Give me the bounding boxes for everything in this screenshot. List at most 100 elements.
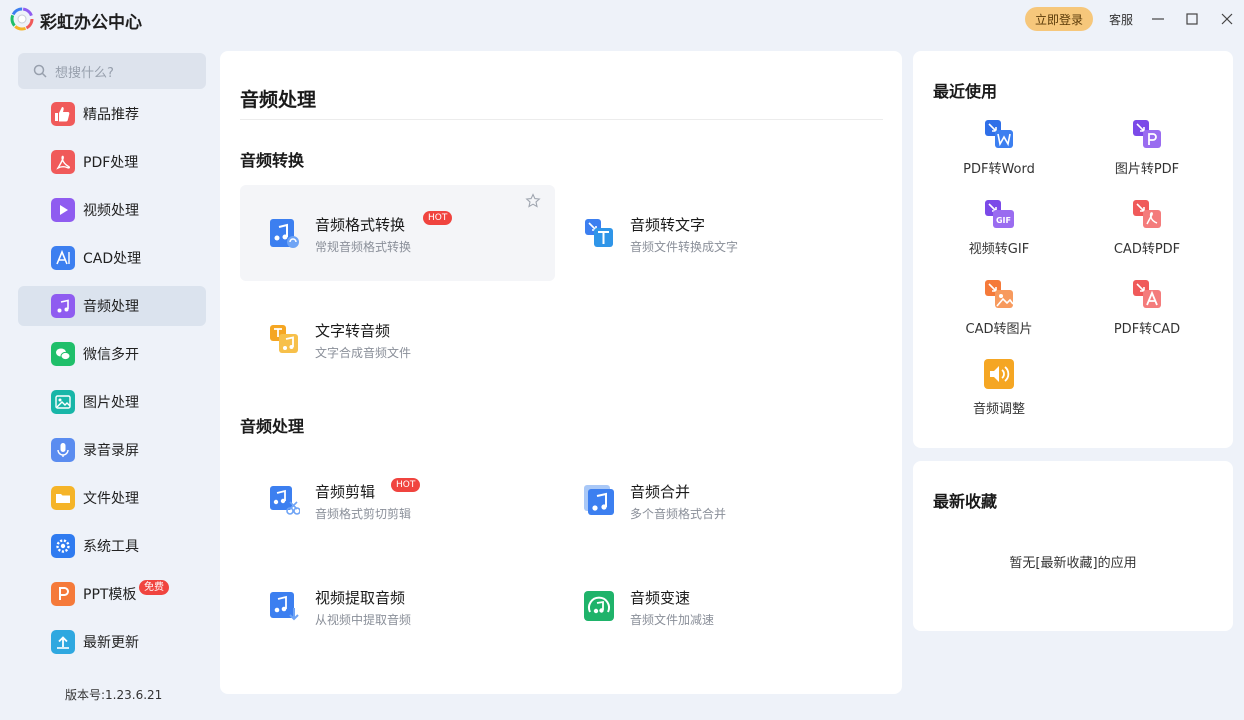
main-panel: 音频处理 音频转换 音频格式转换 HOT 常规音频格式转换 音频转文字 音频文件… bbox=[220, 51, 902, 694]
login-button[interactable]: 立即登录 bbox=[1025, 7, 1093, 31]
cad-to-pdf-icon bbox=[1133, 200, 1161, 228]
image-icon bbox=[51, 390, 75, 414]
tool-name: 音频格式转换 bbox=[315, 216, 406, 234]
audio-format-convert-icon bbox=[270, 219, 299, 248]
tool-card-audio-format-convert[interactable]: 音频格式转换 HOT 常规音频格式转换 bbox=[240, 185, 555, 281]
sidebar-item-pdf[interactable]: PDF处理 bbox=[18, 142, 206, 182]
sidebar-item-file[interactable]: 文件处理 bbox=[18, 478, 206, 518]
tool-card-audio-speed[interactable]: 音频变速 音频文件加减速 bbox=[555, 558, 870, 654]
tool-name: 视频提取音频 bbox=[315, 589, 406, 607]
audio-cut-icon bbox=[270, 486, 300, 515]
maximize-icon[interactable] bbox=[1182, 9, 1202, 29]
sidebar-item-record[interactable]: 录音录屏 bbox=[18, 430, 206, 470]
customer-service-link[interactable]: 客服 bbox=[1109, 11, 1133, 28]
favorites-panel: 最新收藏 暂无[最新收藏]的应用 bbox=[913, 461, 1233, 631]
folder-icon bbox=[51, 486, 75, 510]
sidebar-item-label: 视频处理 bbox=[83, 203, 139, 219]
tool-desc: 从视频中提取音频 bbox=[315, 613, 412, 627]
microphone-icon bbox=[51, 438, 75, 462]
search-placeholder: 想搜什么? bbox=[55, 65, 114, 81]
audio-adjust-icon bbox=[984, 359, 1014, 389]
tool-desc: 音频文件加减速 bbox=[630, 613, 715, 627]
tool-name: 音频变速 bbox=[630, 589, 691, 607]
divider bbox=[240, 119, 883, 120]
recent-title: 最近使用 bbox=[933, 82, 998, 101]
tool-desc: 文字合成音频文件 bbox=[315, 346, 412, 360]
tool-card-audio-cut[interactable]: 音频剪辑 HOT 音频格式剪切剪辑 bbox=[240, 452, 555, 548]
sidebar: 想搜什么? 精品推荐 PDF处理视频处理 CAD处理音频处理微信多开图片处理录音录屏… bbox=[0, 38, 220, 720]
tool-desc: 音频格式剪切剪辑 bbox=[315, 507, 412, 521]
sidebar-item-label: 最新更新 bbox=[83, 635, 139, 651]
sidebar-item-latest-update[interactable]: 最新更新 bbox=[18, 622, 206, 662]
section-title-audio-convert: 音频转换 bbox=[240, 151, 305, 170]
recent-label: 图片转PDF bbox=[1114, 162, 1180, 177]
hot-badge: HOT bbox=[423, 211, 453, 225]
cad-icon bbox=[51, 246, 75, 270]
video-to-gif-icon: GIF bbox=[985, 200, 1014, 228]
favorites-empty-text: 暂无[最新收藏]的应用 bbox=[1009, 556, 1137, 571]
sidebar-nav: 精品推荐 PDF处理视频处理 CAD处理音频处理微信多开图片处理录音录屏文件处理系统… bbox=[18, 94, 206, 670]
recent-item-pdf-to-cad[interactable]: PDF转CAD bbox=[1082, 278, 1212, 348]
search-input[interactable]: 想搜什么? bbox=[18, 53, 206, 89]
section-title-audio-process: 音频处理 bbox=[240, 417, 305, 436]
search-icon bbox=[33, 64, 47, 78]
recent-panel: 最近使用 PDF转Word 图片转PDF GIF 视频转GIF CAD转PDF … bbox=[913, 51, 1233, 448]
pdf-to-word-icon bbox=[985, 120, 1013, 148]
sidebar-item-video[interactable]: 视频处理 bbox=[18, 190, 206, 230]
rainbow-logo-icon bbox=[10, 7, 34, 31]
sidebar-item-recommended[interactable]: 精品推荐 bbox=[18, 94, 206, 134]
wechat-icon bbox=[51, 342, 75, 366]
image-to-pdf-icon bbox=[1133, 120, 1161, 148]
free-badge: 免费 bbox=[139, 580, 169, 595]
recent-item-audio-adjust[interactable]: 音频调整 bbox=[934, 358, 1064, 428]
text-to-audio-icon bbox=[270, 325, 298, 353]
sidebar-item-cad[interactable]: CAD处理 bbox=[18, 238, 206, 278]
cad-to-image-icon bbox=[985, 280, 1014, 308]
recent-label: PDF转CAD bbox=[1113, 322, 1181, 337]
tool-desc: 多个音频格式合并 bbox=[630, 507, 727, 521]
recent-item-cad-to-pdf[interactable]: CAD转PDF bbox=[1082, 198, 1212, 268]
sidebar-item-system-tools[interactable]: 系统工具 bbox=[18, 526, 206, 566]
sidebar-item-label: 系统工具 bbox=[83, 539, 139, 555]
sidebar-item-image[interactable]: 图片处理 bbox=[18, 382, 206, 422]
recent-item-cad-to-image[interactable]: CAD转图片 bbox=[934, 278, 1064, 348]
sidebar-item-ppt-template[interactable]: PPT模板 免费 bbox=[18, 574, 206, 614]
sidebar-item-label: 文件处理 bbox=[83, 491, 139, 507]
tool-card-audio-to-text[interactable]: 音频转文字 音频文件转换成文字 bbox=[555, 185, 870, 281]
pdf-icon bbox=[51, 150, 75, 174]
close-icon[interactable] bbox=[1217, 9, 1237, 29]
pdf-to-cad-icon bbox=[1133, 280, 1161, 308]
star-icon[interactable] bbox=[525, 193, 541, 209]
gear-icon bbox=[51, 534, 75, 558]
recent-label: 视频转GIF bbox=[968, 242, 1030, 257]
recent-label: PDF转Word bbox=[963, 162, 1035, 177]
sidebar-item-label: CAD处理 bbox=[83, 251, 142, 267]
tool-name: 文字转音频 bbox=[315, 322, 391, 340]
recent-label: CAD转图片 bbox=[965, 322, 1033, 337]
thumbs-up-icon bbox=[51, 102, 75, 126]
recent-item-video-to-gif[interactable]: GIF 视频转GIF bbox=[934, 198, 1064, 268]
sidebar-item-label: 图片处理 bbox=[83, 395, 139, 411]
tool-name: 音频转文字 bbox=[630, 216, 706, 234]
sidebar-item-label: 音频处理 bbox=[83, 299, 139, 315]
sidebar-item-audio[interactable]: 音频处理 bbox=[18, 286, 206, 326]
audio-speed-icon bbox=[584, 591, 614, 621]
sidebar-item-label: 录音录屏 bbox=[83, 443, 139, 459]
hot-badge: HOT bbox=[391, 478, 421, 492]
tool-card-text-to-audio[interactable]: 文字转音频 文字合成音频文件 bbox=[240, 291, 555, 387]
recent-item-image-to-pdf[interactable]: 图片转PDF bbox=[1082, 118, 1212, 188]
tool-card-audio-merge[interactable]: 音频合并 多个音频格式合并 bbox=[555, 452, 870, 548]
recent-item-pdf-to-word[interactable]: PDF转Word bbox=[934, 118, 1064, 188]
audio-to-text-icon bbox=[585, 219, 613, 247]
app-title: 彩虹办公中心 bbox=[40, 13, 142, 33]
minimize-icon[interactable] bbox=[1148, 9, 1168, 29]
sidebar-item-label: PDF处理 bbox=[83, 155, 139, 171]
tool-card-video-extract-audio[interactable]: 视频提取音频 从视频中提取音频 bbox=[240, 558, 555, 654]
upload-icon bbox=[51, 630, 75, 654]
title-bar: 彩虹办公中心 立即登录 客服 bbox=[0, 0, 1244, 38]
sidebar-item-wechat[interactable]: 微信多开 bbox=[18, 334, 206, 374]
video-extract-audio-icon bbox=[270, 592, 299, 621]
sidebar-item-label: 微信多开 bbox=[83, 347, 139, 363]
svg-text:GIF: GIF bbox=[996, 216, 1011, 225]
tool-desc: 常规音频格式转换 bbox=[315, 240, 412, 254]
